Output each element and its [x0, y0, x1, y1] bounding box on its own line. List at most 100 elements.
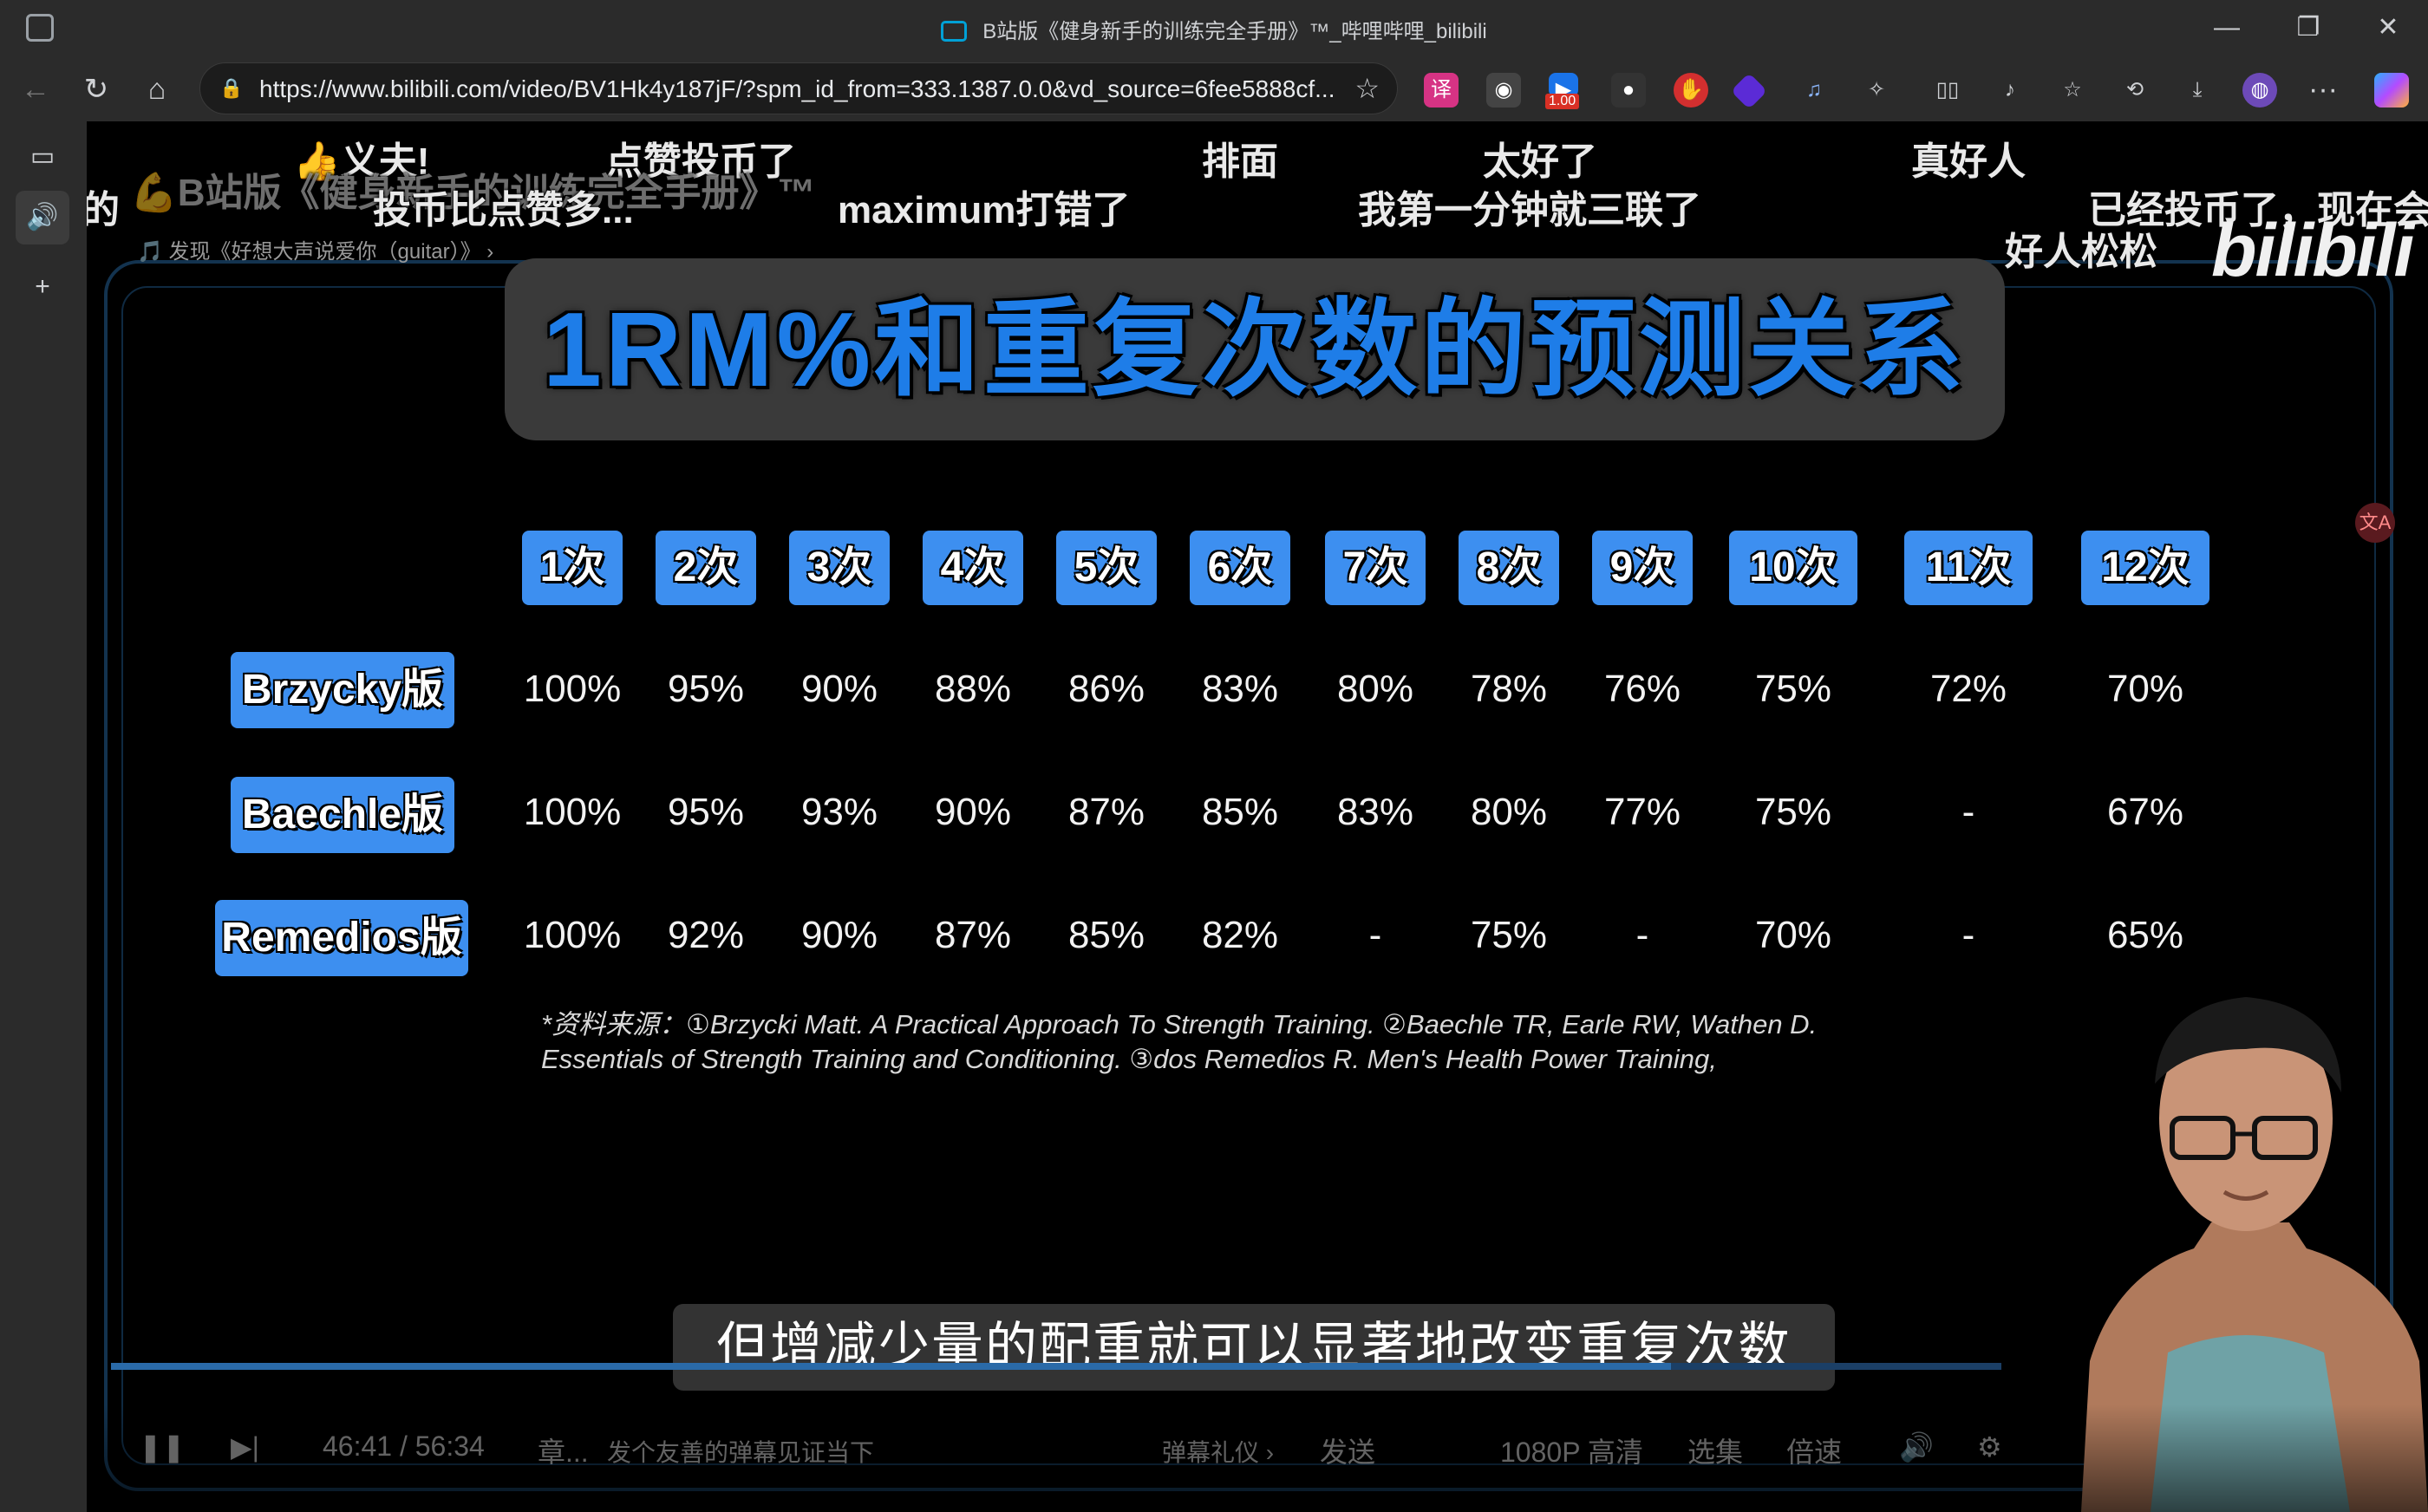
chapter-button[interactable]: 章... [538, 1431, 589, 1470]
danmaku-comment: 投币比点赞多... [373, 189, 634, 231]
table-cell: 80% [1470, 791, 1548, 833]
progress-fill [111, 1363, 1671, 1370]
hud-frame-inner [121, 286, 2376, 1465]
danmaku-etiquette-link[interactable]: 弹幕礼仪 › [1162, 1434, 1274, 1469]
favorites-icon[interactable]: ☆ [2055, 73, 2090, 108]
col-header: 8次 [1459, 531, 1559, 605]
source-line: *资料来源：①Brzycki Matt. A Practical Approac… [541, 1009, 1818, 1040]
browser-toolbar: ← ↻ ⌂ 🔒 https://www.bilibili.com/video/B… [0, 55, 2428, 121]
col-header: 12次 [2081, 531, 2209, 605]
progress-bar[interactable] [111, 1363, 2001, 1370]
bilibili-tab-icon [941, 21, 968, 42]
danmaku-comment: 的 [87, 189, 120, 231]
danmaku-comment: 好人松松 [2005, 231, 2157, 273]
favorite-star-icon[interactable]: ☆ [1354, 72, 1380, 105]
table-cell: 85% [1067, 914, 1145, 956]
episodes-button[interactable]: 选集 [1687, 1431, 1743, 1470]
reader-extension-icon[interactable]: ◉ [1486, 73, 1521, 108]
home-button[interactable]: ⌂ [135, 68, 179, 111]
address-bar[interactable]: 🔒 https://www.bilibili.com/video/BV1Hk4y… [199, 62, 1398, 114]
table-cell: - [1368, 914, 1382, 956]
window-title-bar: B站版《健身新手的训练完全手册》™_哔哩哔哩_bilibili — ❐ ✕ [0, 0, 2428, 55]
table-cell: 86% [1067, 668, 1145, 710]
downloads-icon[interactable]: ⤓ [2180, 73, 2215, 108]
split-screen-icon[interactable]: ▯▯ [1930, 73, 1965, 108]
source-line: Essentials of Strength Training and Cond… [541, 1044, 1717, 1074]
volume-icon[interactable]: 🔊 [1899, 1431, 1934, 1463]
col-header: 10次 [1729, 531, 1857, 605]
translate-badge[interactable]: 文A [2355, 503, 2395, 543]
tab-actions-icon[interactable]: ▭ [16, 130, 69, 184]
extensions-puzzle-icon[interactable]: ✧ [1859, 73, 1894, 108]
adblock-extension-icon[interactable]: ✋ [1674, 73, 1708, 108]
table-cell: 70% [1754, 914, 1832, 956]
next-icon[interactable]: ▶| [231, 1431, 259, 1463]
table-cell: 67% [2106, 791, 2184, 833]
table-cell: 95% [667, 668, 745, 710]
table-cell: 100% [523, 668, 622, 710]
bilibili-watermark: bilibili [2211, 209, 2414, 292]
speed-badge: 1.00 [1545, 94, 1580, 109]
col-header: 4次 [923, 531, 1023, 605]
play-pause-icon[interactable]: ❚❚ [139, 1431, 186, 1463]
table-cell: 76% [1603, 668, 1681, 710]
reload-button[interactable]: ↻ [75, 68, 118, 111]
time-display: 46:41 / 56:34 [323, 1431, 485, 1462]
translate-extension-icon[interactable]: 译 [1424, 73, 1459, 108]
lock-icon[interactable]: 🔒 [219, 77, 243, 100]
col-header: 11次 [1904, 531, 2033, 605]
table-cell: 70% [2106, 668, 2184, 710]
table-cell: 95% [667, 791, 745, 833]
row-header-baechle: Baechle版 [231, 777, 454, 853]
table-cell: 82% [1201, 914, 1279, 956]
table-cell: 87% [1067, 791, 1145, 833]
music-link[interactable]: 🎵 发现《好想大声说爱你（guitar）》 › [137, 234, 493, 264]
col-header: 9次 [1592, 531, 1693, 605]
table-cell: 90% [934, 791, 1012, 833]
table-cell: 80% [1336, 668, 1414, 710]
audio-tab-icon[interactable]: 🔊 [16, 191, 69, 244]
media-control-icon[interactable]: ♪ [1993, 73, 2027, 108]
settings-gear-icon[interactable]: ⚙ [1977, 1431, 2002, 1463]
profile-avatar[interactable]: ◍ [2242, 73, 2277, 108]
table-cell: - [1961, 791, 1975, 833]
danmaku-comment: 我第一分钟就三联了 [1358, 189, 1701, 231]
danmaku-comment: maximum打错了 [838, 189, 1131, 231]
table-cell: 83% [1336, 791, 1414, 833]
minimize-button[interactable]: — [2203, 9, 2251, 47]
new-tab-plus-icon[interactable]: + [16, 260, 69, 314]
diamond-extension-icon[interactable] [1730, 72, 1768, 110]
copilot-icon[interactable] [2374, 73, 2409, 108]
row-header-remedios: Remedios版 [215, 900, 468, 976]
music-extension-icon[interactable]: ♫ [1797, 73, 1831, 108]
row-header-brzycky: Brzycky版 [231, 652, 454, 728]
browser-sidebar: ▭ 🔊 + [0, 121, 87, 1512]
table-cell: 93% [800, 791, 878, 833]
menu-button[interactable]: ··· [2301, 68, 2345, 111]
window-title: B站版《健身新手的训练完全手册》™_哔哩哔哩_bilibili [0, 14, 2428, 44]
url-text[interactable]: https://www.bilibili.com/video/BV1Hk4y18… [259, 75, 1335, 103]
window-title-text: B站版《健身新手的训练完全手册》™_哔哩哔哩_bilibili [982, 20, 1487, 43]
video-player[interactable]: 👍义夫! 点赞投币了 排面 太好了 真好人 💪B站版《健身新手的训练完全手册》™… [87, 121, 2428, 1512]
table-cell: 75% [1754, 791, 1832, 833]
owl-extension-icon[interactable]: ● [1611, 73, 1646, 108]
slide-title: 1RM%和重复次数的预测关系 [542, 290, 1968, 408]
quality-button[interactable]: 1080P 高清 [1500, 1431, 1643, 1470]
history-icon[interactable]: ⟲ [2118, 73, 2152, 108]
table-cell: 90% [800, 668, 878, 710]
table-cell: 77% [1603, 791, 1681, 833]
table-cell: 88% [934, 668, 1012, 710]
table-cell: 72% [1929, 668, 2007, 710]
col-header: 2次 [656, 531, 756, 605]
table-cell: - [1961, 914, 1975, 956]
table-cell: - [1635, 914, 1649, 956]
restore-button[interactable]: ❐ [2284, 9, 2333, 47]
back-button[interactable]: ← [14, 68, 57, 111]
close-button[interactable]: ✕ [2364, 9, 2412, 47]
speed-button[interactable]: 倍速 [1786, 1431, 1842, 1470]
col-header: 7次 [1325, 531, 1426, 605]
danmaku-comment: 真好人 [1911, 140, 2026, 183]
table-cell: 85% [1201, 791, 1279, 833]
danmaku-input[interactable]: 发个友善的弹幕见证当下 [607, 1434, 874, 1469]
send-danmaku-button[interactable]: 发送 [1320, 1431, 1375, 1470]
